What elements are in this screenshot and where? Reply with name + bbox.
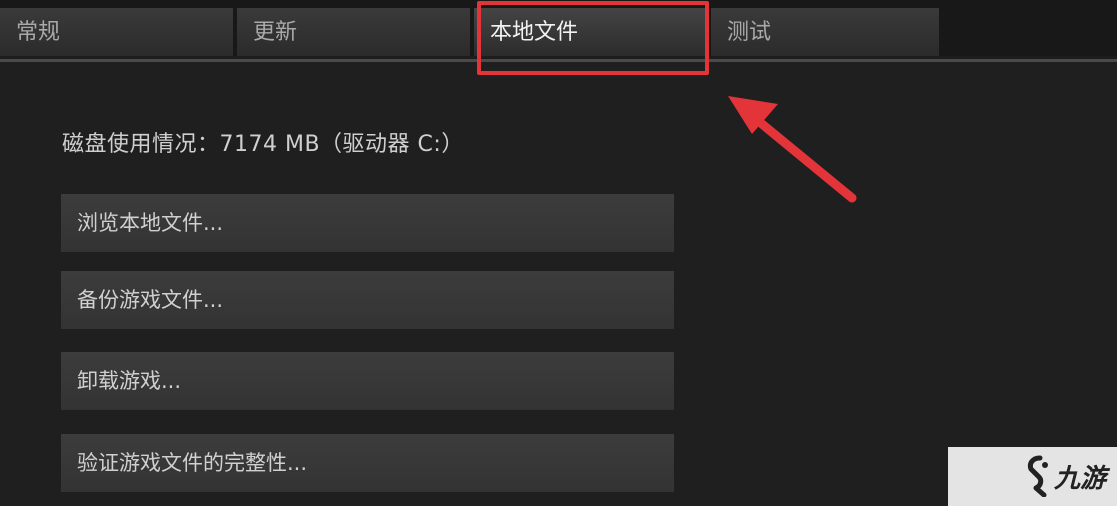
watermark-text: 九游 bbox=[1054, 464, 1107, 494]
annotation-arrow-icon bbox=[728, 96, 857, 203]
watermark: 九游 bbox=[948, 447, 1117, 506]
nine-game-logo-icon bbox=[1027, 455, 1048, 497]
